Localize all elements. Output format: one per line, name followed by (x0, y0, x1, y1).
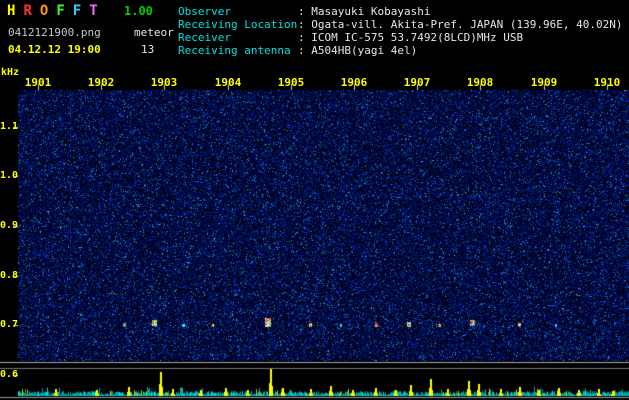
info-value: ICOM IC-575 53.7492(8LCD)MHz USB (311, 31, 524, 44)
info-value: A504HB(yagi 4el) (311, 44, 418, 57)
app-title-letter: T (89, 3, 106, 19)
info-colon: : (298, 31, 312, 44)
time-tick-label: 1910 (593, 76, 621, 89)
time-tick-label: 1903 (150, 76, 178, 89)
echo-count: 13 (141, 43, 155, 56)
info-row: Observer: Masayuki Kobayashi (178, 5, 623, 18)
spectrogram-canvas (0, 0, 629, 400)
observation-datetime: 04.12.12 19:00 (8, 43, 101, 56)
app-title-letter: F (56, 3, 73, 19)
frequency-tick-label: 0.7 (0, 319, 19, 330)
info-colon: : (298, 44, 312, 57)
time-tick-label: 1907 (403, 76, 431, 89)
hrofft-output: HROFFT 1.00 0412121900.png meteor 04.12.… (0, 0, 629, 400)
frequency-tick-label: 1.1 (0, 121, 19, 132)
info-block: Observer: Masayuki Kobayashi Receiving Lo… (178, 5, 623, 57)
app-title-letter: F (72, 3, 90, 19)
info-label: Receiving Location (178, 18, 298, 31)
frequency-unit-label: kHz (1, 67, 20, 78)
frequency-tick-label: 1.0 (0, 170, 19, 181)
info-label: Receiving antenna (178, 44, 291, 57)
frequency-tick-label: 0.6 (0, 369, 19, 380)
frequency-tick-label: 0.9 (0, 220, 19, 231)
time-tick-label: 1906 (340, 76, 368, 89)
time-tick-label: 1909 (530, 76, 558, 89)
info-value: Ogata-vill. Akita-Pref. JAPAN (139.96E, … (311, 18, 623, 31)
app-title-letter: O (39, 3, 57, 19)
app-version: 1.00 (124, 4, 153, 18)
time-tick-label: 1905 (277, 76, 305, 89)
info-value: Masayuki Kobayashi (311, 5, 431, 18)
app-title-letter: H (7, 3, 24, 19)
info-row: Receiving antenna: A504HB(yagi 4el) (178, 44, 623, 57)
app-title-letter: R (23, 3, 40, 19)
app-title: HROFFT (7, 3, 106, 19)
time-tick-label: 1902 (87, 76, 115, 89)
info-label: Observer (178, 5, 231, 18)
info-row: Receiver: ICOM IC-575 53.7492(8LCD)MHz U… (178, 31, 623, 44)
time-tick-label: 1904 (214, 76, 242, 89)
observation-mode-label: meteor (134, 26, 174, 39)
time-tick-label: 1908 (466, 76, 494, 89)
info-row: Receiving Location: Ogata-vill. Akita-Pr… (178, 18, 623, 31)
output-filename: 0412121900.png (8, 26, 101, 39)
info-colon: : (298, 5, 312, 18)
info-colon: : (298, 18, 312, 31)
info-label: Receiver (178, 31, 231, 44)
time-tick-label: 1901 (24, 76, 52, 89)
frequency-tick-label: 0.8 (0, 270, 19, 281)
